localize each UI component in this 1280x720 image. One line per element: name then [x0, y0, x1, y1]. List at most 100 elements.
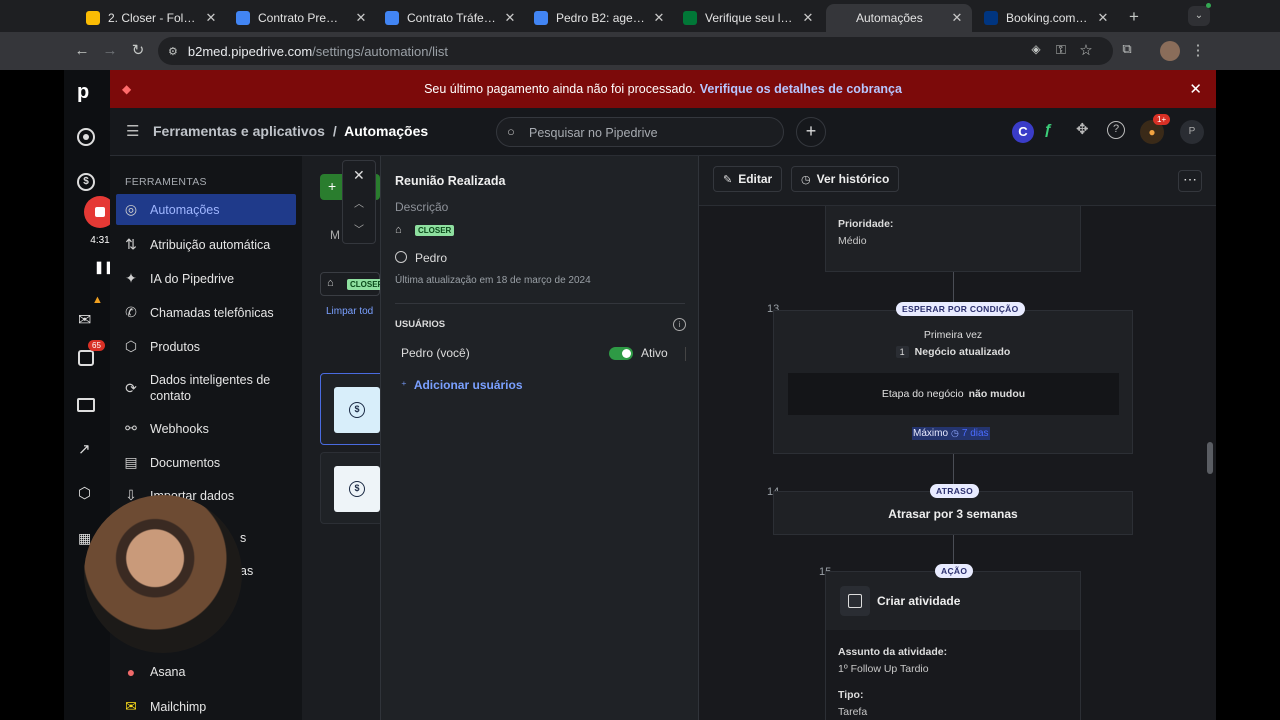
sidemenu-item-label: Automações [150, 202, 220, 217]
info-icon[interactable]: i [673, 318, 686, 331]
max-wait-label: Máximo [913, 428, 949, 439]
search-box[interactable]: ○ Pesquisar no Pipedrive [496, 117, 784, 147]
close-tab-icon[interactable]: ✕ [950, 10, 964, 26]
sidemenu-item[interactable]: ⚯ Webhooks [122, 420, 298, 437]
owner-icon [395, 251, 407, 263]
reload-icon[interactable]: ↻ [128, 41, 148, 59]
banner-billing-link[interactable]: Verifique os detalhes de cobrança [700, 82, 902, 96]
sidemenu-item[interactable]: ✉ Mailchimp [122, 698, 298, 715]
password-key-icon[interactable]: ⚿ [1051, 42, 1071, 58]
close-tab-icon[interactable]: ✕ [503, 10, 517, 26]
browser-tab[interactable]: Pedro B2: agenda - ✕ [526, 4, 674, 32]
previous-icon[interactable]: ︿ [354, 195, 364, 210]
sidemenu-item-label: IA do Pipedrive [150, 271, 235, 286]
contacts-icon[interactable] [77, 398, 95, 412]
leads-target-icon[interactable] [77, 128, 95, 146]
new-tab-icon[interactable]: + [1124, 7, 1144, 27]
action-badge: AÇÃO [935, 564, 974, 578]
sidemenu-section-title: FERRAMENTAS [125, 176, 207, 188]
forward-icon[interactable]: → [100, 42, 120, 59]
deals-dollar-icon[interactable]: $ [77, 173, 95, 191]
close-panel-icon[interactable]: ✕ [353, 167, 365, 184]
more-options-icon[interactable]: ⋯ [1178, 170, 1202, 192]
marketplace-puzzle-icon[interactable]: ✥ [1076, 120, 1089, 138]
banner-close-icon[interactable]: ✕ [1189, 80, 1202, 98]
sidemenu-item-partial[interactable]: s [240, 531, 300, 545]
filter-tag-chip[interactable]: ⌂ CLOSER [320, 272, 387, 296]
sidemenu-item-partial[interactable]: as [240, 564, 300, 578]
list-tab-partial[interactable]: M [330, 228, 340, 242]
insights-chart-icon[interactable]: ↗ [78, 440, 91, 458]
browser-profile-avatar[interactable] [1160, 41, 1180, 61]
next-icon[interactable]: ﹀ [354, 221, 364, 236]
close-tab-icon[interactable]: ✕ [652, 10, 666, 26]
bookmark-star-icon[interactable]: ☆ [1076, 41, 1096, 59]
mail-icon[interactable]: ✉ [78, 310, 91, 330]
search-placeholder: Pesquisar no Pipedrive [529, 126, 658, 140]
description-field[interactable]: Descrição [395, 200, 448, 214]
canvas-scrollbar[interactable] [1207, 442, 1213, 474]
history-button[interactable]: ◷ Ver histórico [791, 166, 900, 192]
browser-tab[interactable]: Verifique seu login ✕ [675, 4, 823, 32]
url-host: b2med.pipedrive.com [187, 43, 313, 59]
box-icon: ⬡ [124, 338, 138, 354]
assign-icon: ⇅ [125, 236, 137, 252]
breadcrumb-separator: / [332, 123, 337, 139]
browser-menu-icon[interactable]: ⋮ [1188, 41, 1208, 59]
edit-pencil-icon: ✎ [723, 173, 733, 186]
max-wait-value: 7 dias [961, 428, 989, 439]
step-15-card[interactable]: Criar atividade Assunto da atividade: 1º… [825, 571, 1081, 720]
sidemenu-item[interactable]: ◎ Automações [116, 194, 296, 225]
sidemenu-item[interactable]: ✦ IA do Pipedrive [122, 270, 298, 287]
browser-tab[interactable]: Contrato Premium - ✕ [228, 4, 376, 32]
automation-tag[interactable]: CLOSER [415, 225, 455, 236]
sidemenu-item[interactable]: ● Asana [122, 664, 298, 680]
user-name: Pedro (você) [401, 346, 470, 360]
user-active-toggle[interactable] [609, 347, 633, 360]
add-users-link[interactable]: ⁺ Adicionar usuários [401, 378, 523, 392]
breadcrumb-parent[interactable]: Ferramentas e aplicativos [153, 123, 325, 139]
collapse-menu-icon[interactable]: ☰ [126, 122, 139, 140]
campaigns-c-icon[interactable]: C [1012, 121, 1034, 143]
automation-card[interactable]: $ [320, 373, 384, 445]
browser-tab[interactable]: Booking.com: Hotéi ✕ [976, 4, 1118, 32]
tab-search-button[interactable]: ⌄ [1188, 6, 1210, 26]
help-icon[interactable]: ? [1107, 121, 1125, 139]
browser-tab[interactable]: Automações ✕ [826, 4, 972, 32]
automation-card[interactable]: $ [320, 452, 384, 524]
activities-calendar-icon[interactable] [78, 350, 94, 366]
leadbooster-icon[interactable]: ƒ [1044, 121, 1052, 138]
add-users-label: Adicionar usuários [413, 378, 523, 392]
clear-filters-link[interactable]: Limpar tod [326, 306, 373, 317]
sidemenu-item[interactable]: ✆ Chamadas telefônicas [122, 304, 298, 321]
edit-label: Editar [738, 172, 773, 186]
sidemenu-item[interactable]: ▤ Documentos [122, 454, 298, 471]
sidemenu-item-label: Documentos [150, 455, 221, 470]
step-13-card[interactable]: Primeira vez 1 Negócio atualizado Etapa … [773, 310, 1133, 454]
user-avatar[interactable]: P [1180, 120, 1204, 144]
close-tab-icon[interactable]: ✕ [1096, 10, 1110, 26]
banner-alert-icon: ◆ [122, 82, 132, 96]
max-wait-row: Máximo ◷ 7 dias [912, 427, 990, 440]
lens-icon[interactable]: ◈ [1026, 42, 1046, 56]
extensions-icon[interactable]: ⧉ [1117, 41, 1137, 57]
back-icon[interactable]: ← [72, 42, 92, 59]
quick-add-button[interactable]: + [796, 117, 826, 147]
activity-calendar-icon [840, 586, 870, 616]
sidemenu-item[interactable]: ⬡ Produtos [122, 338, 298, 355]
sidemenu-item[interactable]: ⇅ Atribuição automática [122, 236, 298, 253]
close-tab-icon[interactable]: ✕ [204, 10, 218, 26]
edit-button[interactable]: ✎ Editar [713, 166, 783, 192]
close-tab-icon[interactable]: ✕ [354, 10, 368, 26]
browser-tab[interactable]: 2. Closer - Foltz - G ✕ [78, 4, 226, 32]
pipedrive-icon [683, 11, 697, 25]
site-info-icon[interactable]: ⚙ [168, 45, 178, 58]
products-box-icon[interactable]: ⬡ [78, 484, 91, 502]
pipedrive-logo-icon[interactable]: p [77, 81, 89, 104]
address-bar[interactable]: ⚙ b2med.pipedrive.com/settings/automatio… [158, 37, 1113, 65]
browser-tab[interactable]: Contrato Tráfego G ✕ [377, 4, 525, 32]
automation-title[interactable]: Reunião Realizada [395, 174, 505, 188]
step-12-card[interactable]: Prioridade: Médio [825, 206, 1081, 272]
close-tab-icon[interactable]: ✕ [801, 10, 815, 26]
sidemenu-item[interactable]: ⟳ Dados inteligentes de contato [122, 372, 298, 404]
